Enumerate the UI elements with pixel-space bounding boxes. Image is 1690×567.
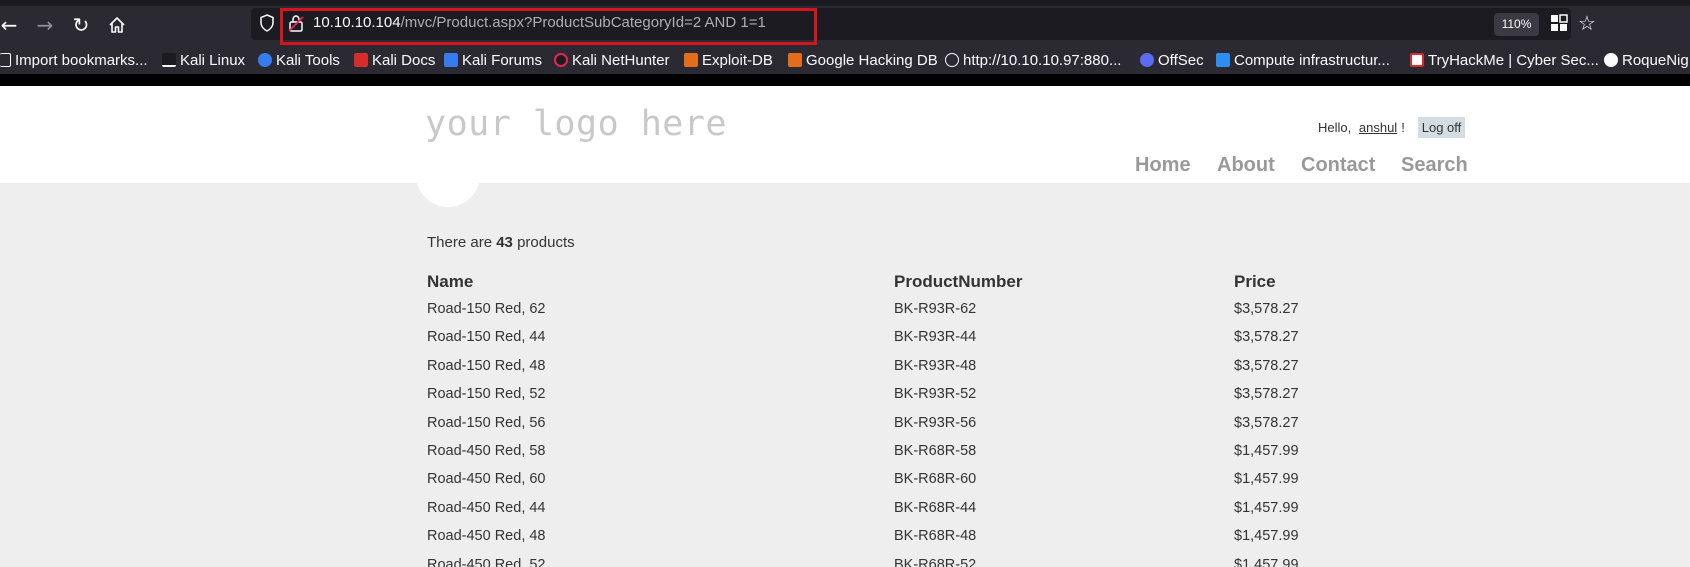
cell-productnumber: BK-R93R-48: [894, 357, 977, 374]
url-highlight-box: [280, 8, 817, 45]
header-overlay: [0, 86, 1690, 183]
extensions-icon[interactable]: [1550, 14, 1570, 34]
bookmark-roquenig[interactable]: RoqueNig: [1604, 51, 1689, 71]
bookmark-kali-forums[interactable]: Kali Forums: [444, 51, 542, 71]
cell-price: $3,578.27: [1234, 329, 1299, 346]
column-header-productnumber: ProductNumber: [894, 272, 1023, 291]
cell-price: $3,578.27: [1234, 301, 1299, 317]
cell-price: $3,578.27: [1234, 414, 1299, 431]
cell-name: Road-450 Red, 44: [427, 499, 546, 516]
cell-productnumber: BK-R93R-62: [894, 301, 977, 317]
cell-name: Road-450 Red, 52: [427, 556, 546, 567]
shield-icon[interactable]: [259, 14, 277, 34]
bookmark-star-icon[interactable]: ☆: [1575, 11, 1599, 35]
zoom-level[interactable]: 110%: [1494, 13, 1539, 36]
cell-name: Road-150 Red, 48: [427, 357, 546, 374]
ghdb-icon: [788, 53, 802, 67]
cell-name: Road-150 Red, 56: [427, 414, 546, 431]
cell-price: $1,457.99: [1234, 556, 1299, 567]
cell-productnumber: BK-R68R-44: [894, 499, 977, 516]
home-icon[interactable]: [104, 12, 130, 38]
cell-name: Road-450 Red, 58: [427, 443, 546, 459]
cell-productnumber: BK-R68R-58: [894, 443, 977, 459]
nethunter-icon: [554, 53, 568, 67]
cell-productnumber: BK-R68R-48: [894, 528, 977, 545]
cell-name: Road-450 Red, 60: [427, 471, 546, 488]
page-content: your logo here Hello, anshul! Log off Ho…: [0, 86, 1690, 567]
bookmark-exploit-db[interactable]: Exploit-DB: [684, 51, 773, 71]
product-count-text: There are 43 products: [427, 234, 575, 251]
bookmark-import[interactable]: Import bookmarks...: [0, 51, 148, 71]
reload-icon[interactable]: ↻: [68, 12, 94, 38]
import-icon: [0, 53, 11, 67]
kali-docs-icon: [354, 53, 368, 67]
offsec-icon: [1140, 53, 1154, 67]
cell-price: $1,457.99: [1234, 499, 1299, 516]
exploit-db-icon: [684, 53, 698, 67]
bookmark-http-10-10-10-97[interactable]: http://10.10.10.97:880...: [945, 51, 1121, 71]
product-count: 43: [496, 234, 513, 251]
cell-productnumber: BK-R93R-56: [894, 414, 977, 431]
kali-dragon-icon: [162, 53, 176, 67]
kali-tools-icon: [258, 53, 272, 67]
cell-productnumber: BK-R68R-60: [894, 471, 977, 488]
kali-forums-icon: [444, 53, 458, 67]
tab-strip-edge: [0, 0, 1690, 6]
cell-price: $3,578.27: [1234, 357, 1299, 374]
cell-productnumber: BK-R93R-52: [894, 386, 977, 403]
cell-productnumber: BK-R93R-44: [894, 329, 977, 346]
cell-name: Road-150 Red, 62: [427, 301, 546, 317]
github-icon: [1604, 53, 1618, 67]
bookmark-compute-infrastructure[interactable]: Compute infrastructur...: [1216, 51, 1390, 71]
cell-price: $1,457.99: [1234, 528, 1299, 545]
bookmark-tryhackme[interactable]: TryHackMe | Cyber Sec...: [1410, 51, 1599, 71]
column-header-name: Name: [427, 272, 474, 291]
back-arrow-icon[interactable]: ←: [0, 12, 22, 38]
chrome-separator: [0, 74, 1690, 86]
cell-name: Road-450 Red, 48: [427, 528, 546, 545]
column-header-price: Price: [1234, 272, 1276, 291]
cell-name: Road-150 Red, 44: [427, 329, 546, 346]
bookmark-kali-docs[interactable]: Kali Docs: [354, 51, 435, 71]
forward-arrow-icon[interactable]: →: [32, 12, 58, 38]
bookmark-offsec[interactable]: OffSec: [1140, 51, 1204, 71]
bookmark-kali-linux[interactable]: Kali Linux: [162, 51, 245, 71]
browser-toolbar: ← → ↻ 10.10.10.104/mvc/Product.aspx?Prod…: [0, 0, 1690, 48]
cell-price: $1,457.99: [1234, 443, 1299, 459]
bookmark-kali-nethunter[interactable]: Kali NetHunter: [554, 51, 670, 71]
cell-price: $3,578.27: [1234, 386, 1299, 403]
bookmark-google-hacking-db[interactable]: Google Hacking DB: [788, 51, 938, 71]
globe-icon: [945, 53, 959, 67]
azure-icon: [1216, 53, 1230, 67]
cell-name: Road-150 Red, 52: [427, 386, 546, 403]
tryhackme-icon: [1410, 53, 1424, 67]
cell-productnumber: BK-R68R-52: [894, 556, 977, 567]
cell-price: $1,457.99: [1234, 471, 1299, 488]
bookmarks-bar: Import bookmarks... Kali Linux Kali Tool…: [0, 48, 1690, 74]
bookmark-kali-tools[interactable]: Kali Tools: [258, 51, 340, 71]
